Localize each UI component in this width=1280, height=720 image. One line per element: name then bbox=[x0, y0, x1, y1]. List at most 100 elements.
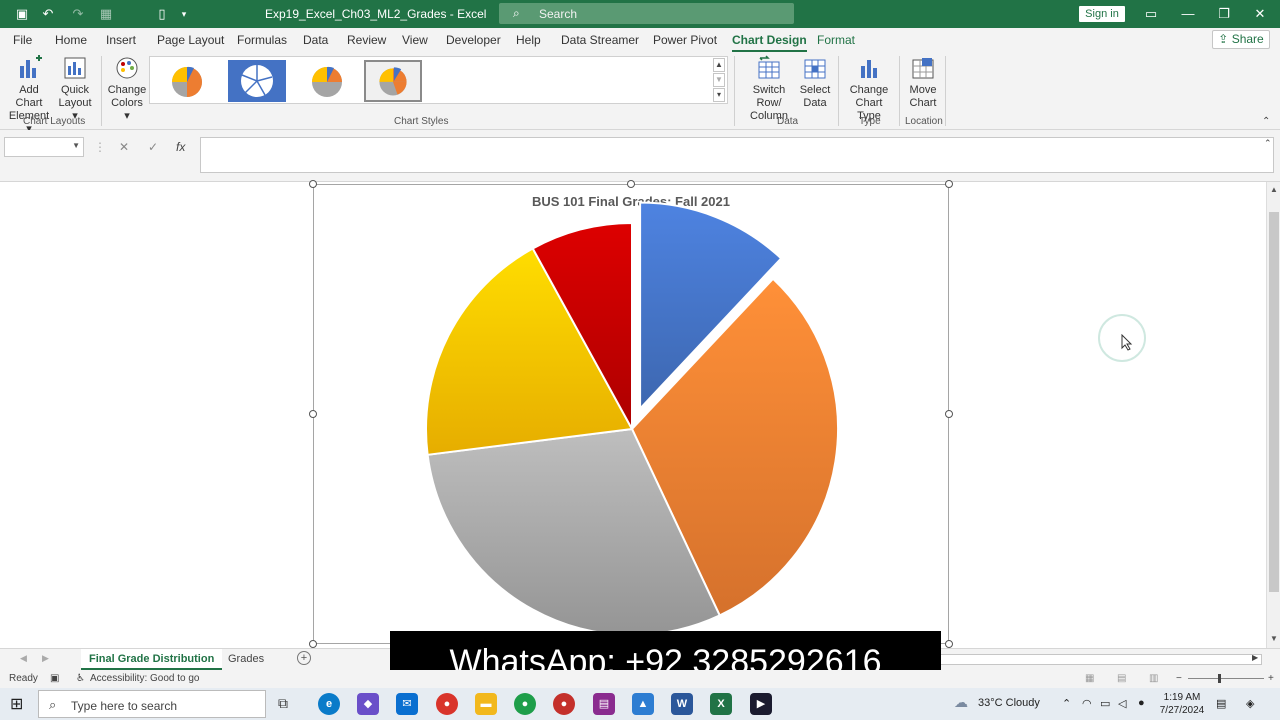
resize-handle[interactable] bbox=[945, 640, 953, 648]
tab-insert[interactable]: Insert bbox=[106, 33, 136, 47]
tab-data-streamer[interactable]: Data Streamer bbox=[561, 33, 639, 47]
share-button[interactable]: ⇪ Share bbox=[1212, 30, 1270, 49]
tab-help[interactable]: Help bbox=[516, 33, 541, 47]
chrome-icon[interactable]: ● bbox=[436, 693, 458, 715]
change-chart-type-button[interactable]: Change Chart Type bbox=[843, 54, 895, 123]
page-layout-view-icon[interactable]: ▤ bbox=[1117, 673, 1126, 684]
network-icon[interactable]: ◠ bbox=[1082, 697, 1092, 710]
chart-style-3-thumbnail[interactable] bbox=[298, 60, 356, 102]
insert-function-icon[interactable]: fx bbox=[176, 140, 185, 154]
accessibility-status[interactable]: Accessibility: Good to go bbox=[90, 673, 200, 684]
tab-developer[interactable]: Developer bbox=[446, 33, 501, 47]
new-file-icon[interactable]: ▯ bbox=[154, 6, 170, 22]
tab-review[interactable]: Review bbox=[347, 33, 386, 47]
resize-handle[interactable] bbox=[309, 640, 317, 648]
close-icon[interactable]: ✕ bbox=[1250, 4, 1270, 24]
microphone-icon[interactable]: ● bbox=[1138, 697, 1145, 709]
excel-icon[interactable]: X bbox=[710, 693, 732, 715]
zoom-out-icon[interactable]: − bbox=[1176, 673, 1182, 684]
winrar-icon[interactable]: ▤ bbox=[593, 693, 615, 715]
next-sheet-icon[interactable]: ▶ bbox=[42, 653, 49, 664]
taskbar-search[interactable]: ⌕ Type here to search bbox=[38, 690, 266, 718]
copilot-icon[interactable]: ◈ bbox=[1246, 697, 1254, 710]
cancel-icon[interactable]: ✕ bbox=[119, 140, 129, 154]
gallery-more-button[interactable]: ▾ bbox=[713, 88, 725, 102]
resize-handle[interactable] bbox=[627, 180, 635, 188]
enter-icon[interactable]: ✓ bbox=[148, 140, 158, 154]
resize-handle[interactable] bbox=[945, 180, 953, 188]
formula-input[interactable] bbox=[200, 137, 1274, 173]
save-icon[interactable]: ▣ bbox=[14, 6, 30, 22]
chrome-profile-icon[interactable]: ● bbox=[514, 693, 536, 715]
volume-icon[interactable]: ◁ bbox=[1118, 697, 1126, 710]
minimize-icon[interactable]: — bbox=[1178, 4, 1198, 24]
change-colors-button[interactable]: Change Colors ▾ bbox=[107, 54, 147, 123]
tab-power-pivot[interactable]: Power Pivot bbox=[653, 33, 717, 47]
move-chart-button[interactable]: Move Chart bbox=[904, 54, 942, 110]
tab-data[interactable]: Data bbox=[303, 33, 328, 47]
tab-file[interactable]: File bbox=[13, 33, 32, 47]
zoom-slider[interactable] bbox=[1188, 678, 1264, 679]
vertical-scrollbar[interactable]: ▲ ▼ bbox=[1266, 182, 1280, 648]
scroll-down-icon[interactable]: ▼ bbox=[1268, 633, 1280, 645]
customize-toolbar-icon[interactable]: ▾ bbox=[176, 6, 192, 22]
chart-area[interactable]: BUS 101 Final Grades: Fall 2021 bbox=[309, 180, 953, 648]
chart-style-4-thumbnail[interactable] bbox=[364, 60, 422, 102]
switch-row-column-button[interactable]: Switch Row/ Column bbox=[740, 54, 798, 123]
sheet-tab-final-grade-distribution[interactable]: Final Grade Distribution bbox=[81, 649, 223, 670]
sign-in-button[interactable]: Sign in bbox=[1079, 6, 1125, 22]
resize-handle[interactable] bbox=[945, 410, 953, 418]
weather-icon[interactable]: ☁ bbox=[954, 694, 968, 711]
resize-handle[interactable] bbox=[309, 410, 317, 418]
tab-format[interactable]: Format bbox=[817, 33, 855, 47]
battery-icon[interactable]: ▭ bbox=[1100, 697, 1110, 710]
name-box[interactable]: ▼ bbox=[4, 137, 84, 157]
resize-handle[interactable] bbox=[309, 180, 317, 188]
prev-sheet-icon[interactable]: ◀ bbox=[20, 653, 27, 664]
undo-icon[interactable]: ↶ bbox=[40, 6, 56, 22]
accessibility-icon[interactable]: ♿ bbox=[76, 673, 85, 684]
chrome-profile-2-icon[interactable]: ● bbox=[553, 693, 575, 715]
camtasia-icon[interactable]: ▶ bbox=[750, 693, 772, 715]
expand-formula-bar-icon[interactable]: ⌃ bbox=[1264, 138, 1272, 149]
photos-icon[interactable]: ▲ bbox=[632, 693, 654, 715]
tab-view[interactable]: View bbox=[402, 33, 428, 47]
tab-chart-design[interactable]: Chart Design bbox=[732, 33, 807, 52]
sheet-tab-grades[interactable]: Grades bbox=[220, 649, 272, 670]
notifications-icon[interactable]: ▤ bbox=[1216, 697, 1226, 710]
horizontal-scrollbar[interactable] bbox=[940, 654, 1262, 665]
weather-text[interactable]: 33°C Cloudy bbox=[978, 697, 1040, 709]
search-box[interactable]: ⌕ Search bbox=[499, 3, 794, 24]
macro-record-icon[interactable]: ▣ bbox=[50, 673, 59, 684]
gallery-scroll-down-button[interactable]: ▼ bbox=[713, 73, 725, 87]
restore-icon[interactable]: ❐ bbox=[1214, 4, 1234, 24]
tray-overflow-icon[interactable]: ⌃ bbox=[1062, 697, 1071, 710]
taskbar-clock[interactable]: 1:19 AM 7/27/2024 bbox=[1154, 691, 1210, 717]
chart-style-2-thumbnail[interactable] bbox=[228, 60, 286, 102]
scroll-right-icon[interactable]: ▶ bbox=[1252, 653, 1258, 662]
ribbon-display-icon[interactable]: ▭ bbox=[1141, 4, 1161, 24]
file-explorer-icon[interactable]: ▬ bbox=[475, 693, 497, 715]
tab-page-layout[interactable]: Page Layout bbox=[157, 33, 224, 47]
task-view-icon[interactable]: ⧉ bbox=[278, 695, 288, 712]
word-icon[interactable]: W bbox=[671, 693, 693, 715]
edge-icon[interactable]: e bbox=[318, 693, 340, 715]
quick-layout-button[interactable]: Quick Layout ▾ bbox=[55, 54, 95, 123]
select-data-button[interactable]: Select Data bbox=[799, 54, 831, 110]
tab-home[interactable]: Home bbox=[55, 33, 87, 47]
scroll-up-icon[interactable]: ▲ bbox=[1268, 184, 1280, 196]
name-box-dropdown-icon[interactable]: ▼ bbox=[72, 141, 80, 150]
app-icon[interactable]: ◆ bbox=[357, 693, 379, 715]
page-break-view-icon[interactable]: ▥ bbox=[1149, 673, 1158, 684]
add-sheet-icon[interactable]: + bbox=[297, 651, 311, 665]
windows-start-icon[interactable]: ⊞ bbox=[10, 694, 23, 714]
chart-style-1-thumbnail[interactable] bbox=[158, 60, 216, 102]
zoom-in-icon[interactable]: + bbox=[1268, 673, 1274, 684]
tab-formulas[interactable]: Formulas bbox=[237, 33, 287, 47]
redo-icon[interactable]: ↷ bbox=[70, 6, 86, 22]
form-icon[interactable]: ▦ bbox=[98, 6, 114, 22]
gallery-scroll-up-button[interactable]: ▲ bbox=[713, 58, 725, 72]
collapse-ribbon-icon[interactable]: ⌃ bbox=[1262, 116, 1270, 127]
mail-icon[interactable]: ✉ bbox=[396, 693, 418, 715]
normal-view-icon[interactable]: ▦ bbox=[1085, 673, 1094, 684]
